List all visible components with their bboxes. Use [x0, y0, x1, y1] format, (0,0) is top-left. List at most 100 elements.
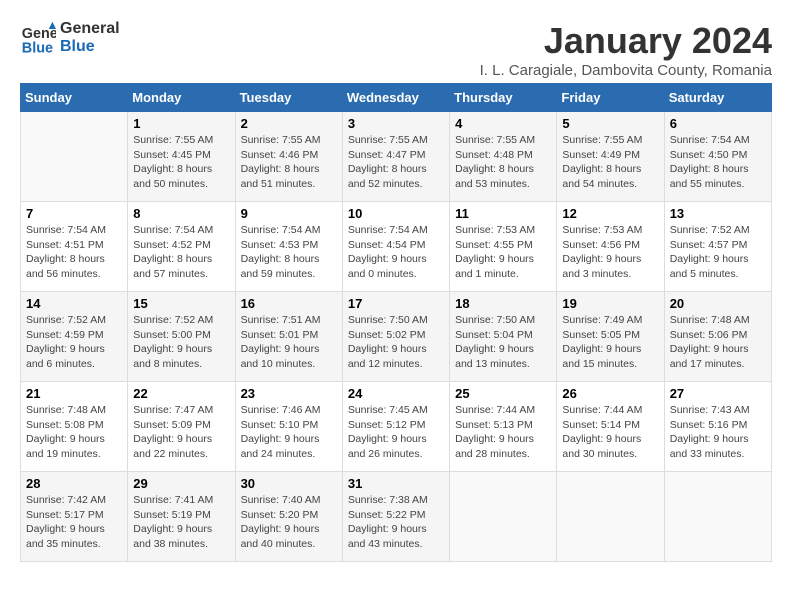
- weekday-header-tuesday: Tuesday: [235, 84, 342, 112]
- day-number: 10: [348, 206, 444, 221]
- day-info: Sunrise: 7:50 AM Sunset: 5:02 PM Dayligh…: [348, 313, 444, 372]
- day-info: Sunrise: 7:40 AM Sunset: 5:20 PM Dayligh…: [241, 493, 337, 552]
- calendar-cell: [450, 472, 557, 562]
- day-number: 21: [26, 386, 122, 401]
- day-info: Sunrise: 7:54 AM Sunset: 4:50 PM Dayligh…: [670, 133, 766, 192]
- day-info: Sunrise: 7:54 AM Sunset: 4:53 PM Dayligh…: [241, 223, 337, 282]
- day-number: 30: [241, 476, 337, 491]
- day-info: Sunrise: 7:55 AM Sunset: 4:48 PM Dayligh…: [455, 133, 551, 192]
- weekday-header-monday: Monday: [128, 84, 235, 112]
- day-info: Sunrise: 7:55 AM Sunset: 4:49 PM Dayligh…: [562, 133, 658, 192]
- day-info: Sunrise: 7:55 AM Sunset: 4:47 PM Dayligh…: [348, 133, 444, 192]
- day-number: 16: [241, 296, 337, 311]
- day-info: Sunrise: 7:43 AM Sunset: 5:16 PM Dayligh…: [670, 403, 766, 462]
- day-number: 13: [670, 206, 766, 221]
- day-number: 24: [348, 386, 444, 401]
- calendar-cell: [664, 472, 771, 562]
- day-info: Sunrise: 7:48 AM Sunset: 5:08 PM Dayligh…: [26, 403, 122, 462]
- calendar-week-5: 28 Sunrise: 7:42 AM Sunset: 5:17 PM Dayli…: [21, 472, 772, 562]
- day-number: 6: [670, 116, 766, 131]
- calendar-table: SundayMondayTuesdayWednesdayThursdayFrid…: [20, 83, 772, 562]
- weekday-header-sunday: Sunday: [21, 84, 128, 112]
- day-number: 31: [348, 476, 444, 491]
- day-number: 9: [241, 206, 337, 221]
- day-number: 11: [455, 206, 551, 221]
- day-number: 7: [26, 206, 122, 221]
- calendar-cell: 15 Sunrise: 7:52 AM Sunset: 5:00 PM Dayli…: [128, 292, 235, 382]
- day-info: Sunrise: 7:54 AM Sunset: 4:51 PM Dayligh…: [26, 223, 122, 282]
- day-number: 27: [670, 386, 766, 401]
- day-info: Sunrise: 7:53 AM Sunset: 4:55 PM Dayligh…: [455, 223, 551, 282]
- calendar-cell: 31Sunrise: 7:38 AM Sunset: 5:22 PM Dayli…: [342, 472, 449, 562]
- weekday-header-friday: Friday: [557, 84, 664, 112]
- weekday-header-thursday: Thursday: [450, 84, 557, 112]
- calendar-cell: 12Sunrise: 7:53 AM Sunset: 4:56 PM Dayli…: [557, 202, 664, 292]
- day-number: 28: [26, 476, 122, 491]
- weekday-header-wednesday: Wednesday: [342, 84, 449, 112]
- calendar-cell: [557, 472, 664, 562]
- day-number: 29: [133, 476, 229, 491]
- day-number: 18: [455, 296, 551, 311]
- calendar-header: January 2024 I. L. Caragiale, Dambovita …: [480, 20, 772, 79]
- day-info: Sunrise: 7:47 AM Sunset: 5:09 PM Dayligh…: [133, 403, 229, 462]
- calendar-cell: 14 Sunrise: 7:52 AM Sunset: 4:59 PM Dayli…: [21, 292, 128, 382]
- calendar-cell: 29Sunrise: 7:41 AM Sunset: 5:19 PM Dayli…: [128, 472, 235, 562]
- day-info: Sunrise: 7:55 AM Sunset: 4:45 PM Dayligh…: [133, 133, 229, 192]
- day-number: 22: [133, 386, 229, 401]
- calendar-cell: 8 Sunrise: 7:54 AM Sunset: 4:52 PM Daylig…: [128, 202, 235, 292]
- day-info: Sunrise: 7:48 AM Sunset: 5:06 PM Dayligh…: [670, 313, 766, 372]
- calendar-cell: 30 Sunrise: 7:40 AM Sunset: 5:20 PM Dayli…: [235, 472, 342, 562]
- day-info: Sunrise: 7:55 AM Sunset: 4:46 PM Dayligh…: [241, 133, 337, 192]
- calendar-cell: 11 Sunrise: 7:53 AM Sunset: 4:55 PM Dayli…: [450, 202, 557, 292]
- svg-text:Blue: Blue: [22, 40, 53, 56]
- day-info: Sunrise: 7:44 AM Sunset: 5:14 PM Dayligh…: [562, 403, 658, 462]
- day-number: 14: [26, 296, 122, 311]
- day-info: Sunrise: 7:52 AM Sunset: 4:59 PM Dayligh…: [26, 313, 122, 372]
- day-number: 25: [455, 386, 551, 401]
- day-info: Sunrise: 7:54 AM Sunset: 4:54 PM Dayligh…: [348, 223, 444, 282]
- day-number: 2: [241, 116, 337, 131]
- day-info: Sunrise: 7:42 AM Sunset: 5:17 PM Dayligh…: [26, 493, 122, 552]
- calendar-cell: 5Sunrise: 7:55 AM Sunset: 4:49 PM Daylig…: [557, 112, 664, 202]
- day-info: Sunrise: 7:49 AM Sunset: 5:05 PM Dayligh…: [562, 313, 658, 372]
- page-header: General Blue General Blue January 2024 I…: [20, 20, 772, 79]
- weekday-header-row: SundayMondayTuesdayWednesdayThursdayFrid…: [21, 84, 772, 112]
- calendar-week-2: 7 Sunrise: 7:54 AM Sunset: 4:51 PM Daylig…: [21, 202, 772, 292]
- calendar-cell: 3 Sunrise: 7:55 AM Sunset: 4:47 PM Daylig…: [342, 112, 449, 202]
- day-number: 4: [455, 116, 551, 131]
- day-info: Sunrise: 7:52 AM Sunset: 5:00 PM Dayligh…: [133, 313, 229, 372]
- calendar-cell: 24 Sunrise: 7:45 AM Sunset: 5:12 PM Dayli…: [342, 382, 449, 472]
- day-number: 19: [562, 296, 658, 311]
- logo-icon: General Blue: [20, 20, 56, 56]
- calendar-cell: 9 Sunrise: 7:54 AM Sunset: 4:53 PM Daylig…: [235, 202, 342, 292]
- calendar-cell: 23Sunrise: 7:46 AM Sunset: 5:10 PM Dayli…: [235, 382, 342, 472]
- calendar-cell: 26 Sunrise: 7:44 AM Sunset: 5:14 PM Dayli…: [557, 382, 664, 472]
- day-number: 3: [348, 116, 444, 131]
- calendar-cell: 22 Sunrise: 7:47 AM Sunset: 5:09 PM Dayli…: [128, 382, 235, 472]
- day-info: Sunrise: 7:50 AM Sunset: 5:04 PM Dayligh…: [455, 313, 551, 372]
- calendar-cell: 19 Sunrise: 7:49 AM Sunset: 5:05 PM Dayli…: [557, 292, 664, 382]
- day-number: 8: [133, 206, 229, 221]
- day-info: Sunrise: 7:46 AM Sunset: 5:10 PM Dayligh…: [241, 403, 337, 462]
- calendar-cell: 13 Sunrise: 7:52 AM Sunset: 4:57 PM Dayli…: [664, 202, 771, 292]
- day-number: 1: [133, 116, 229, 131]
- calendar-cell: 1 Sunrise: 7:55 AM Sunset: 4:45 PM Daylig…: [128, 112, 235, 202]
- calendar-week-1: 1 Sunrise: 7:55 AM Sunset: 4:45 PM Daylig…: [21, 112, 772, 202]
- weekday-header-saturday: Saturday: [664, 84, 771, 112]
- day-number: 26: [562, 386, 658, 401]
- day-info: Sunrise: 7:45 AM Sunset: 5:12 PM Dayligh…: [348, 403, 444, 462]
- day-info: Sunrise: 7:52 AM Sunset: 4:57 PM Dayligh…: [670, 223, 766, 282]
- day-info: Sunrise: 7:54 AM Sunset: 4:52 PM Dayligh…: [133, 223, 229, 282]
- day-info: Sunrise: 7:44 AM Sunset: 5:13 PM Dayligh…: [455, 403, 551, 462]
- calendar-cell: 25 Sunrise: 7:44 AM Sunset: 5:13 PM Dayli…: [450, 382, 557, 472]
- calendar-cell: 7 Sunrise: 7:54 AM Sunset: 4:51 PM Daylig…: [21, 202, 128, 292]
- calendar-cell: 17Sunrise: 7:50 AM Sunset: 5:02 PM Dayli…: [342, 292, 449, 382]
- logo: General Blue General Blue: [20, 20, 120, 56]
- calendar-subtitle: I. L. Caragiale, Dambovita County, Roman…: [480, 62, 772, 79]
- calendar-cell: 6 Sunrise: 7:54 AM Sunset: 4:50 PM Daylig…: [664, 112, 771, 202]
- calendar-cell: 28 Sunrise: 7:42 AM Sunset: 5:17 PM Dayli…: [21, 472, 128, 562]
- calendar-cell: 21 Sunrise: 7:48 AM Sunset: 5:08 PM Dayli…: [21, 382, 128, 472]
- calendar-week-3: 14 Sunrise: 7:52 AM Sunset: 4:59 PM Dayli…: [21, 292, 772, 382]
- day-number: 20: [670, 296, 766, 311]
- day-number: 15: [133, 296, 229, 311]
